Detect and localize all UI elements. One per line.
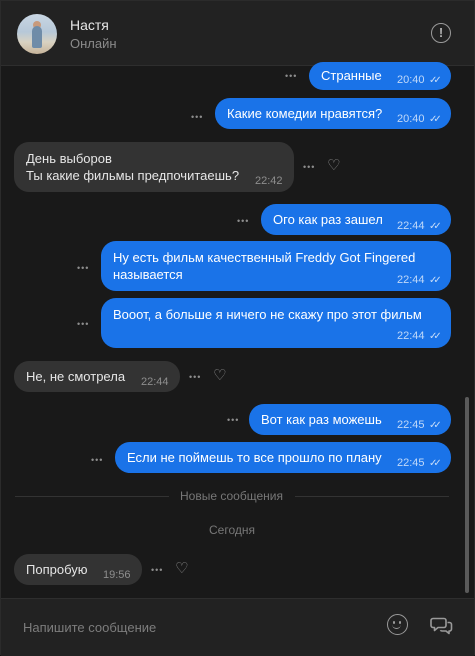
message-time: 22:44 — [397, 274, 425, 286]
emoji-icon[interactable] — [387, 614, 408, 635]
message-composer — [1, 598, 474, 656]
new-messages-divider-left — [15, 496, 169, 497]
more-options-icon[interactable]: ••• — [285, 71, 297, 81]
message-time: 22:44 — [397, 220, 425, 232]
send-chat-icon[interactable] — [430, 613, 454, 637]
more-options-icon[interactable]: ••• — [91, 455, 103, 465]
more-options-icon[interactable]: ••• — [77, 263, 89, 273]
message-bubble[interactable]: Ну есть фильм качественный Freddy Got Fi… — [101, 241, 451, 291]
message-text: Если не поймешь то все прошло по плану — [127, 450, 382, 465]
message-time: 22:44 — [141, 376, 169, 388]
more-options-icon[interactable]: ••• — [303, 162, 315, 172]
read-checkmarks-icon: ✓✓ — [429, 221, 442, 232]
chat-window: Настя Онлайн ! ••• Странные 20:40 ✓✓ •••… — [0, 0, 475, 656]
message-text: Ого как раз зашел — [273, 212, 383, 227]
avatar-figure — [32, 26, 42, 48]
message-text-line: Ну есть фильм качественный Freddy Got Fi… — [113, 250, 416, 265]
message-text-line: День выборов — [26, 151, 112, 166]
message-bubble[interactable]: Вооот, а больше я ничего не скажу про эт… — [101, 298, 451, 348]
emoji-mouth — [392, 623, 401, 629]
message-text: Попробую — [26, 562, 88, 577]
message-text: Не, не смотрела — [26, 369, 126, 384]
message-text: Какие комедии нравятся? — [227, 106, 383, 121]
more-options-icon[interactable]: ••• — [227, 415, 239, 425]
more-options-icon[interactable]: ••• — [151, 565, 163, 575]
message-bubble[interactable]: Какие комедии нравятся? 20:40 ✓✓ — [215, 98, 451, 129]
date-divider: Сегодня — [209, 523, 255, 537]
message-time: 22:42 — [255, 175, 283, 187]
contact-status: Онлайн — [70, 36, 117, 51]
read-checkmarks-icon: ✓✓ — [429, 420, 442, 431]
more-options-icon[interactable]: ••• — [77, 319, 89, 329]
like-heart-icon[interactable]: ♡ — [175, 561, 188, 576]
message-text: Вот как раз можешь — [261, 412, 382, 427]
read-checkmarks-icon: ✓✓ — [429, 75, 442, 86]
more-options-icon[interactable]: ••• — [189, 372, 201, 382]
message-text: Вооот, а больше я ничего не скажу про эт… — [113, 307, 422, 322]
message-bubble[interactable]: День выборов Ты какие фильмы предпочитае… — [14, 142, 294, 192]
scrollbar[interactable] — [465, 397, 469, 593]
message-text-line: называется — [113, 267, 183, 282]
message-time: 19:56 — [103, 569, 131, 581]
message-bubble[interactable]: Попробую 19:56 — [14, 554, 142, 585]
message-text-line: Ты какие фильмы предпочитаешь? — [26, 168, 240, 183]
message-time: 22:45 — [397, 457, 425, 469]
message-bubble[interactable]: Вот как раз можешь 22:45 ✓✓ — [249, 404, 451, 435]
more-options-icon[interactable]: ••• — [191, 112, 203, 122]
message-time: 20:40 — [397, 113, 425, 125]
read-checkmarks-icon: ✓✓ — [429, 331, 442, 342]
like-heart-icon[interactable]: ♡ — [213, 368, 226, 383]
contact-name[interactable]: Настя — [70, 17, 109, 33]
like-heart-icon[interactable]: ♡ — [327, 158, 340, 173]
message-input[interactable] — [21, 616, 355, 638]
more-options-icon[interactable]: ••• — [237, 216, 249, 226]
message-bubble[interactable]: Не, не смотрела 22:44 — [14, 361, 180, 392]
read-checkmarks-icon: ✓✓ — [429, 275, 442, 286]
message-text: Странные — [321, 68, 382, 83]
chat-header: Настя Онлайн ! — [1, 1, 474, 66]
new-messages-divider-right — [295, 496, 449, 497]
message-bubble[interactable]: Странные 20:40 ✓✓ — [309, 62, 451, 90]
read-checkmarks-icon: ✓✓ — [429, 458, 442, 469]
info-icon[interactable]: ! — [431, 23, 451, 43]
read-checkmarks-icon: ✓✓ — [429, 114, 442, 125]
message-time: 22:44 — [397, 330, 425, 342]
avatar[interactable] — [17, 14, 57, 54]
message-time: 20:40 — [397, 74, 425, 86]
message-bubble[interactable]: Если не поймешь то все прошло по плану 2… — [115, 442, 451, 473]
message-bubble[interactable]: Ого как раз зашел 22:44 ✓✓ — [261, 204, 451, 235]
new-messages-divider-label: Новые сообщения — [180, 489, 283, 503]
message-time: 22:45 — [397, 419, 425, 431]
